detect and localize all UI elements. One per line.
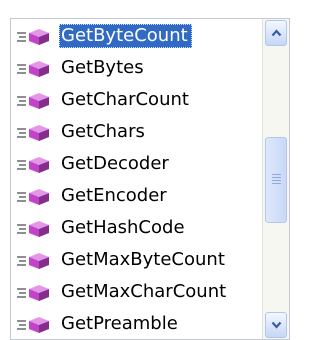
list-item-getmaxcharcount[interactable]: GetMaxCharCount <box>11 276 263 308</box>
list-item-getmaxbytecount[interactable]: GetMaxByteCount <box>11 244 263 276</box>
method-icon <box>17 61 49 77</box>
grip-icon <box>272 174 281 186</box>
method-icon <box>17 157 49 173</box>
list-item-getchars[interactable]: GetChars <box>11 116 263 148</box>
list-item-label: GetEncoder <box>61 185 167 206</box>
list-item-getbytes[interactable]: GetBytes <box>11 52 263 84</box>
method-icon <box>17 93 49 109</box>
method-icon <box>17 125 49 141</box>
list-item-getcharcount[interactable]: GetCharCount <box>11 84 263 116</box>
scroll-down-button[interactable] <box>265 312 287 338</box>
list-item-getbytecount[interactable]: GetByteCount <box>11 20 263 52</box>
scroll-thumb[interactable] <box>265 137 287 223</box>
list-item-label: GetHashCode <box>61 217 185 238</box>
chevron-up-icon <box>271 29 282 37</box>
list-item-label: GetPreamble <box>61 313 178 334</box>
list-item-label: GetByteCount <box>59 24 192 48</box>
method-icon <box>17 29 49 45</box>
list-item-label: GetDecoder <box>61 153 169 174</box>
list-item-label: GetMaxByteCount <box>61 249 225 270</box>
list-item-getpreamble[interactable]: GetPreamble <box>11 308 263 339</box>
method-icon <box>17 189 49 205</box>
list-item-label: GetBytes <box>61 57 144 78</box>
list-item-label: GetChars <box>61 121 145 142</box>
chevron-down-icon <box>271 321 282 329</box>
vertical-scrollbar[interactable] <box>262 19 289 339</box>
method-icon <box>17 221 49 237</box>
intellisense-popup: GetByteCount GetBytes GetCharCount GetCh… <box>10 18 290 340</box>
method-icon <box>17 317 49 333</box>
list-item-getdecoder[interactable]: GetDecoder <box>11 148 263 180</box>
scroll-up-button[interactable] <box>265 20 287 46</box>
list-item-label: GetCharCount <box>61 89 189 110</box>
method-icon <box>17 253 49 269</box>
list-item-label: GetMaxCharCount <box>61 281 227 302</box>
member-list: GetByteCount GetBytes GetCharCount GetCh… <box>11 19 263 339</box>
list-item-gethashcode[interactable]: GetHashCode <box>11 212 263 244</box>
method-icon <box>17 285 49 301</box>
list-item-getencoder[interactable]: GetEncoder <box>11 180 263 212</box>
